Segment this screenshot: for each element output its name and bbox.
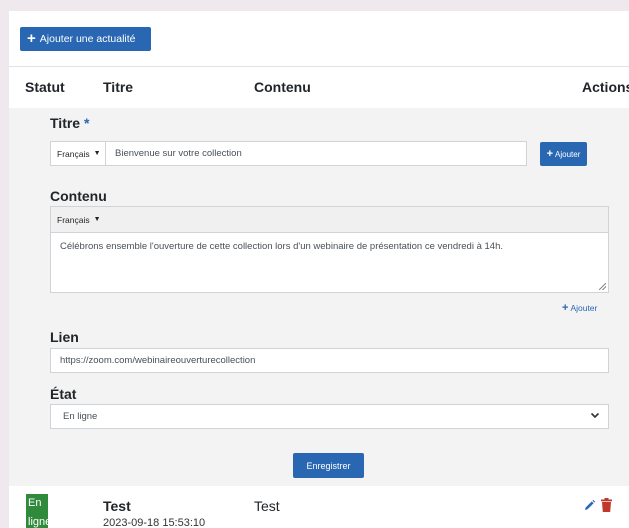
required-mark: * xyxy=(83,115,90,131)
link-input[interactable]: https://zoom.com/webinaireouverturecolle… xyxy=(50,348,609,373)
pencil-icon[interactable] xyxy=(583,499,596,512)
caret-down-icon: ▼ xyxy=(93,150,101,157)
link-label: Lien xyxy=(50,329,79,345)
caret-down-icon: ▼ xyxy=(93,216,101,223)
title-input[interactable]: Bienvenue sur votre collection xyxy=(105,141,527,166)
plus-icon: + xyxy=(27,30,36,47)
title-label: Titre * xyxy=(50,115,90,131)
save-button[interactable]: Enregistrer xyxy=(293,453,364,478)
content-textarea[interactable]: Célébrons ensemble l'ouverture de cette … xyxy=(50,233,609,293)
content-language-select[interactable]: Français ▼ xyxy=(50,206,609,233)
state-select[interactable]: En ligne xyxy=(50,404,609,429)
content-add-translation-link[interactable]: + Ajouter xyxy=(562,302,597,314)
state-label: État xyxy=(50,386,77,402)
table-row: En ligne Test 2023-09-18 15:53:10 Test xyxy=(9,486,629,528)
add-news-label: Ajouter une actualité xyxy=(39,33,136,45)
plus-icon: + xyxy=(546,148,554,160)
header-titre: Titre xyxy=(103,79,134,95)
chevron-down-icon xyxy=(590,412,600,419)
trash-icon[interactable] xyxy=(601,498,612,512)
row-date: 2023-09-18 15:53:10 xyxy=(103,517,206,528)
title-add-translation-button[interactable]: + Ajouter xyxy=(540,142,587,166)
header-statut: Statut xyxy=(25,79,65,95)
title-language-select[interactable]: Français ▼ xyxy=(50,141,106,166)
resize-handle[interactable] xyxy=(599,283,606,290)
plus-icon: + xyxy=(562,302,569,314)
header-actions: Actions xyxy=(582,79,629,95)
header-contenu: Contenu xyxy=(254,79,311,95)
table-header: Statut Titre Contenu Actions xyxy=(9,66,629,109)
status-badge: En ligne xyxy=(26,494,48,528)
row-content: Test xyxy=(254,498,280,514)
row-title: Test xyxy=(103,498,131,514)
add-news-button[interactable]: + Ajouter une actualité xyxy=(20,27,151,51)
content-label: Contenu xyxy=(50,188,107,204)
